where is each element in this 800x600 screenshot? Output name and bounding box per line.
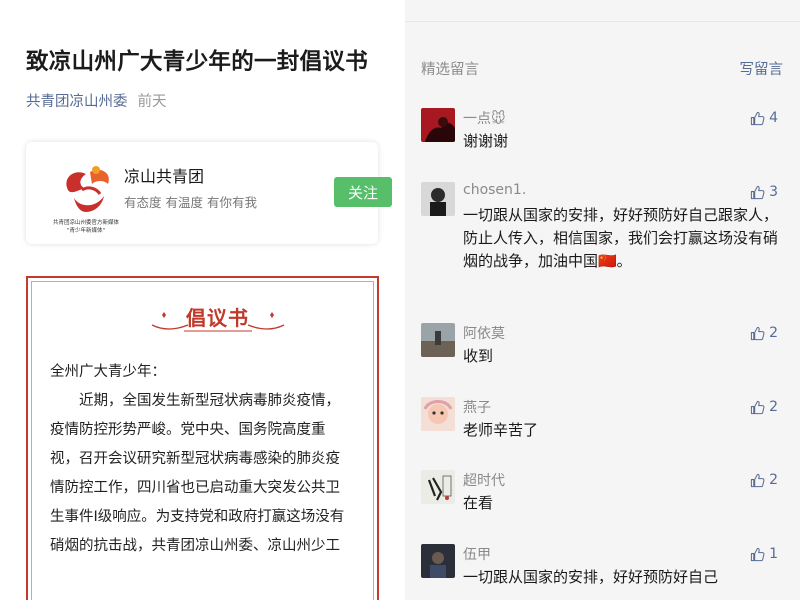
article-date: 前天 bbox=[137, 94, 167, 110]
comment-author[interactable]: 伍甲 bbox=[463, 544, 491, 564]
write-comment-link[interactable]: 写留言 bbox=[740, 58, 784, 79]
like-count: 2 bbox=[769, 325, 778, 341]
outdoor-photo-avatar[interactable] bbox=[421, 323, 455, 357]
thumbs-up-icon bbox=[750, 185, 765, 199]
thumbs-up-icon bbox=[750, 547, 765, 561]
account-card[interactable]: 共青团凉山州委官方新媒体 "青少年新媒体" 凉山共青团 有态度 有温度 有你有我… bbox=[26, 142, 392, 244]
comment-text: 一切跟从国家的安排，好好预防好自己跟家人，防止人传入，相信国家，我们会打赢这场没… bbox=[463, 206, 779, 270]
comment-text: 老师辛苦了 bbox=[463, 421, 539, 439]
dark-photo-avatar[interactable] bbox=[421, 544, 455, 578]
letter-line: 近期，全国发生新型冠状病毒肺炎疫情， bbox=[50, 393, 340, 409]
comment-author[interactable]: 超时代 bbox=[463, 470, 505, 490]
follow-button[interactable]: 关注 bbox=[334, 177, 392, 207]
svg-text:共青团凉山州委官方新媒体: 共青团凉山州委官方新媒体 bbox=[53, 218, 120, 226]
comment-like-button[interactable]: 3 bbox=[750, 184, 778, 200]
letter-line: 生事件I级响应。为支持党和政府打赢这场没有 bbox=[50, 509, 345, 525]
letter-line: 疫情防控形势严峻。党中央、国务院高度重 bbox=[50, 422, 326, 438]
like-count: 3 bbox=[769, 184, 778, 200]
man-portrait-avatar[interactable] bbox=[421, 182, 455, 216]
letter-line: 硝烟的抗击战，共青团凉山州委、凉山州少工 bbox=[50, 538, 340, 554]
letter-body: 全州广大青少年： 近期，全国发生新型冠状病毒肺炎疫情， 疫情防控形势严峻。党中央… bbox=[50, 358, 370, 561]
article-title: 致凉山州广大青少年的一封倡议书 bbox=[26, 49, 369, 75]
like-count: 1 bbox=[769, 546, 778, 562]
comment-text: 谢谢谢 bbox=[463, 132, 509, 150]
proposal-letter: 倡议书 全州广大青少年： 近期，全国发生新型冠状病毒肺炎疫情， 疫情防控形势严峻… bbox=[26, 276, 379, 600]
letter-line: 情防控工作，四川省也已启动重大突发公共卫 bbox=[50, 480, 340, 496]
like-count: 4 bbox=[769, 110, 778, 126]
comment-text: 收到 bbox=[463, 347, 494, 365]
letter-line: 视，召开会议研究新型冠状病毒感染的肺炎疫 bbox=[50, 451, 340, 467]
thumbs-up-icon bbox=[750, 400, 765, 414]
comment-like-button[interactable]: 4 bbox=[750, 110, 778, 126]
comment-like-button[interactable]: 2 bbox=[750, 399, 778, 415]
thumbs-up-icon bbox=[750, 326, 765, 340]
comment-author[interactable]: 燕子 bbox=[463, 397, 491, 417]
comment-like-button[interactable]: 1 bbox=[750, 546, 778, 562]
account-logo-icon: 共青团凉山州委官方新媒体 "青少年新媒体" bbox=[53, 166, 120, 234]
comment-like-button[interactable]: 2 bbox=[750, 472, 778, 488]
calligraphy-avatar[interactable] bbox=[421, 470, 455, 504]
top-bar bbox=[405, 0, 800, 22]
thumbs-up-icon bbox=[750, 111, 765, 125]
article-panel: 致凉山州广大青少年的一封倡议书 共青团凉山州委 前天 共青团凉山州委官方新媒体 "… bbox=[0, 0, 393, 600]
red-portrait-avatar[interactable] bbox=[421, 108, 455, 142]
account-description: 有态度 有温度 有你有我 bbox=[124, 195, 257, 210]
article-meta: 共青团凉山州委 前天 bbox=[26, 90, 167, 111]
article-author-link[interactable]: 共青团凉山州委 bbox=[26, 94, 128, 110]
comment-author[interactable]: 一点🐭 bbox=[463, 108, 506, 128]
child-photo-avatar[interactable] bbox=[421, 397, 455, 431]
thumbs-up-icon bbox=[750, 473, 765, 487]
comments-panel: 精选留言 写留言 一点🐭 4 谢谢谢 chosen1. 3 一切跟从国家的安排，… bbox=[405, 0, 800, 600]
comment-like-button[interactable]: 2 bbox=[750, 325, 778, 341]
like-count: 2 bbox=[769, 472, 778, 488]
comment-author[interactable]: chosen1. bbox=[463, 182, 526, 198]
comment-text: 在看 bbox=[463, 494, 494, 512]
account-name: 凉山共青团 bbox=[124, 167, 205, 186]
letter-heading: 倡议书 bbox=[186, 306, 249, 330]
comment-author[interactable]: 阿依莫 bbox=[463, 323, 505, 343]
svg-text:"青少年新媒体": "青少年新媒体" bbox=[67, 226, 105, 234]
letter-line: 全州广大青少年： bbox=[50, 364, 166, 380]
featured-comments-header: 精选留言 bbox=[421, 62, 479, 78]
comment-text: 一切跟从国家的安排，好好预防好自己 bbox=[463, 568, 719, 586]
like-count: 2 bbox=[769, 399, 778, 415]
